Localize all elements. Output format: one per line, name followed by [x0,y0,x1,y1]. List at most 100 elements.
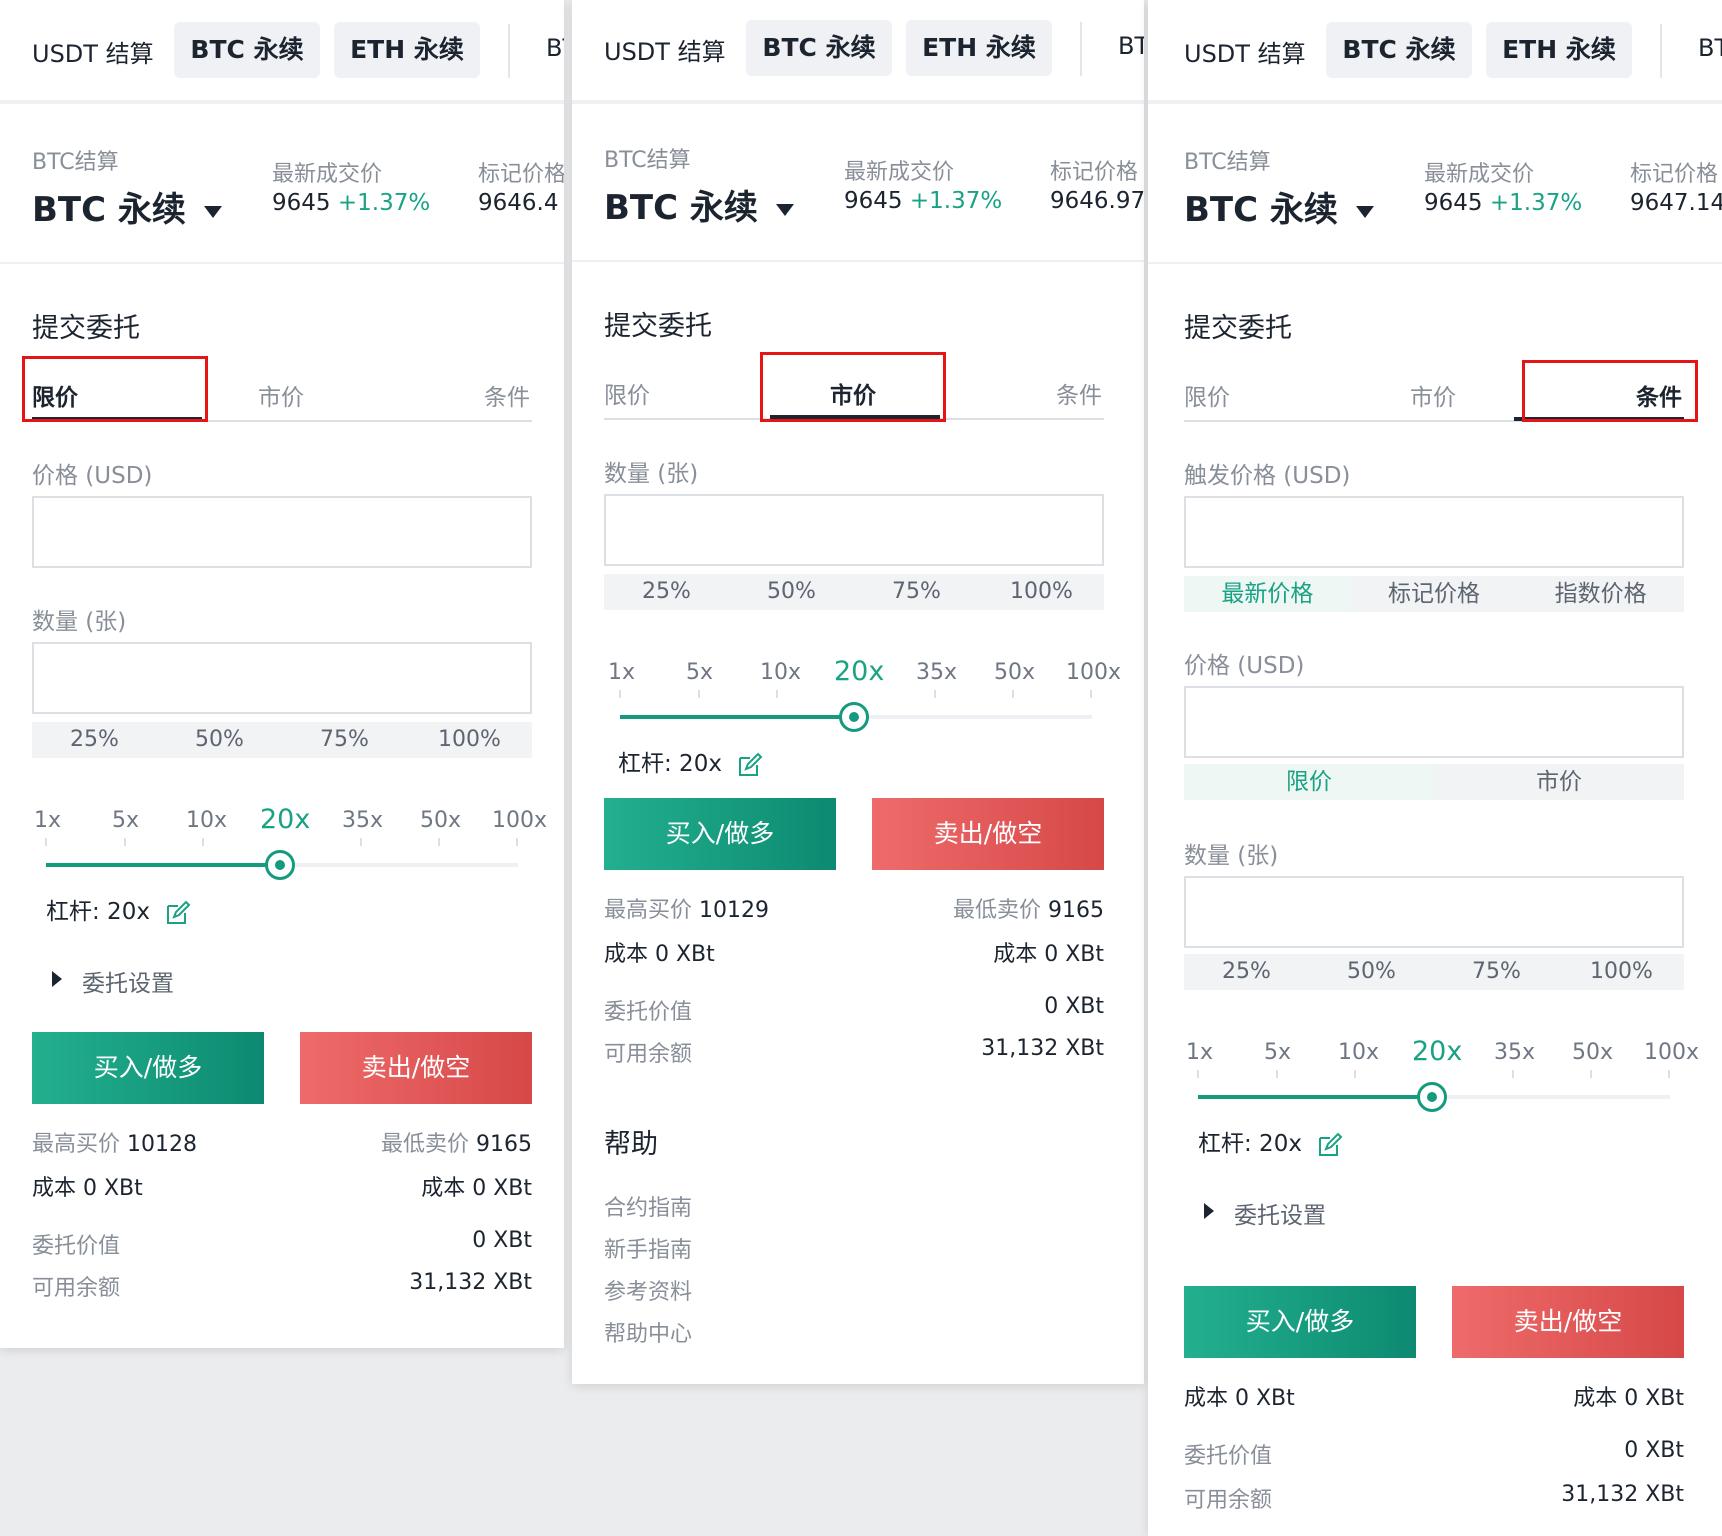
lev-5x[interactable]: 5x [112,808,139,833]
edit-icon[interactable] [165,900,191,926]
buy-long-button[interactable]: 买入/做多 [32,1032,264,1104]
pct-75-button[interactable]: 75% [282,722,407,758]
lev-1x[interactable]: 1x [1186,1040,1213,1065]
trigger-mark-price-option[interactable]: 标记价格 [1351,576,1518,612]
pct-50-button[interactable]: 50% [157,722,282,758]
trigger-price-label: 触发价格 (USD) [1184,463,1351,489]
symbol-label: BTC 永续 [604,188,758,228]
expand-icon[interactable] [1204,1203,1214,1219]
edit-icon[interactable] [1317,1132,1343,1158]
header-divider [1148,262,1722,264]
symbol-selector[interactable]: BTC 永续 [32,182,222,231]
trigger-last-price-option[interactable]: 最新价格 [1184,576,1351,612]
lev-50x[interactable]: 50x [994,660,1035,685]
tab-more[interactable]: BT [1698,34,1722,62]
pct-25-button[interactable]: 25% [1184,954,1309,990]
lev-20x[interactable]: 20x [260,804,310,835]
expand-icon[interactable] [52,971,62,987]
lev-20x[interactable]: 20x [1412,1036,1462,1067]
trigger-index-price-option[interactable]: 指数价格 [1517,576,1684,612]
tab-conditional[interactable]: 条件 [1056,376,1102,410]
order-settings-toggle[interactable]: 委托设置 [1234,1196,1326,1230]
leverage-value: 杠杆: 20x [1198,1131,1302,1157]
tab-btc-perpetual[interactable]: BTC 永续 [1326,22,1472,78]
tab-market[interactable]: 市价 [258,378,304,412]
last-price-row: 9645 +1.37% [1424,190,1582,216]
lev-20x[interactable]: 20x [834,656,884,687]
slider-handle[interactable] [265,850,295,880]
tab-eth-perpetual[interactable]: ETH 永续 [1486,22,1632,78]
trigger-price-input[interactable] [1184,496,1684,568]
help-link-beginner-guide[interactable]: 新手指南 [604,1232,692,1264]
tab-usdt-settle[interactable]: USDT 结算 [1184,34,1306,69]
lev-10x[interactable]: 10x [1338,1040,1379,1065]
tab-btc-perpetual[interactable]: BTC 永续 [746,20,892,76]
symbol-selector[interactable]: BTC 永续 [604,180,794,229]
pct-100-button[interactable]: 100% [1559,954,1684,990]
pct-25-button[interactable]: 25% [32,722,157,758]
sell-short-button[interactable]: 卖出/做空 [1452,1286,1684,1358]
lev-5x[interactable]: 5x [1264,1040,1291,1065]
best-bid-value: 10129 [699,898,770,923]
tab-limit[interactable]: 限价 [1184,378,1230,412]
slider-handle[interactable] [1417,1082,1447,1112]
best-ask-row: 最低卖价 9165 [381,1126,532,1158]
price-input[interactable] [32,496,532,568]
qty-input[interactable] [32,642,532,714]
exec-limit-option[interactable]: 限价 [1184,764,1434,800]
pct-50-button[interactable]: 50% [729,574,854,610]
slider-handle[interactable] [839,702,869,732]
lev-10x[interactable]: 10x [760,660,801,685]
lev-50x[interactable]: 50x [1572,1040,1613,1065]
buy-long-button[interactable]: 买入/做多 [604,798,836,870]
tab-more[interactable]: BT [1118,32,1144,60]
qty-input[interactable] [604,494,1104,566]
qty-input[interactable] [1184,876,1684,948]
sell-short-button[interactable]: 卖出/做空 [300,1032,532,1104]
lev-50x[interactable]: 50x [420,808,461,833]
tab-eth-perpetual[interactable]: ETH 永续 [906,20,1052,76]
best-ask-value: 9165 [476,1132,532,1157]
lev-10x[interactable]: 10x [186,808,227,833]
lev-35x[interactable]: 35x [342,808,383,833]
best-ask-label: 最低卖价 [380,1132,469,1157]
slider-fill [620,715,854,719]
pct-75-button[interactable]: 75% [854,574,979,610]
tab-more[interactable]: BT [546,34,564,62]
tab-btc-perpetual[interactable]: BTC 永续 [174,22,320,78]
lev-100x[interactable]: 100x [1644,1040,1699,1065]
lev-1x[interactable]: 1x [608,660,635,685]
help-link-help-center[interactable]: 帮助中心 [604,1316,692,1348]
lev-100x[interactable]: 100x [492,808,547,833]
tab-limit[interactable]: 限价 [604,376,650,410]
tab-usdt-settle[interactable]: USDT 结算 [32,34,154,69]
lev-35x[interactable]: 35x [1494,1040,1535,1065]
lev-35x[interactable]: 35x [916,660,957,685]
symbol-selector[interactable]: BTC 永续 [1184,182,1374,231]
tab-eth-perpetual[interactable]: ETH 永续 [334,22,480,78]
pct-100-button[interactable]: 100% [407,722,532,758]
slider-tick [1354,1070,1356,1078]
exec-market-option[interactable]: 市价 [1434,764,1684,800]
pct-100-button[interactable]: 100% [979,574,1104,610]
help-link-contract-guide[interactable]: 合约指南 [604,1190,692,1222]
pct-25-button[interactable]: 25% [604,574,729,610]
order-settings-toggle[interactable]: 委托设置 [82,964,174,998]
help-link-references[interactable]: 参考资料 [604,1274,692,1306]
tab-usdt-settle[interactable]: USDT 结算 [604,32,726,67]
lev-1x[interactable]: 1x [34,808,61,833]
tab-market[interactable]: 市价 [1410,378,1456,412]
tab-conditional[interactable]: 条件 [484,378,530,412]
edit-icon[interactable] [737,752,763,778]
market-tabs: USDT 结算 BTC 永续 ETH 永续 BT [1148,0,1722,104]
order-value-label: 委托价值 [1184,1444,1273,1469]
buy-long-button[interactable]: 买入/做多 [1184,1286,1416,1358]
lev-100x[interactable]: 100x [1066,660,1121,685]
chevron-down-icon [203,205,222,218]
price-input[interactable] [1184,686,1684,758]
pct-50-button[interactable]: 50% [1309,954,1434,990]
chevron-down-icon [1355,205,1374,218]
pct-75-button[interactable]: 75% [1434,954,1559,990]
sell-short-button[interactable]: 卖出/做空 [872,798,1104,870]
lev-5x[interactable]: 5x [686,660,713,685]
